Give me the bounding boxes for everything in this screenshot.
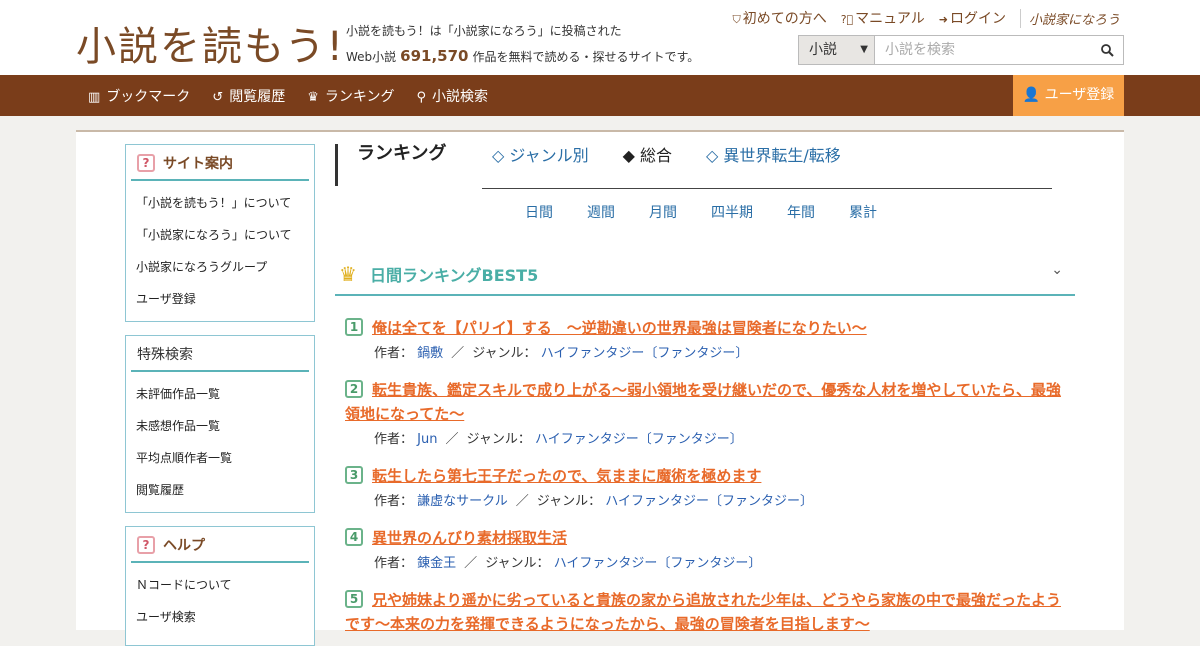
ranking-entry: 4 異世界のんびり素材採取生活 作者： 錬金王／ジャンル： ハイファンタジー〔フ…: [345, 526, 1065, 571]
tab-isekai[interactable]: ◇ 異世界転生/転移: [706, 142, 841, 166]
crown-icon: ♛: [339, 262, 357, 286]
author-link[interactable]: 錬金王: [417, 556, 456, 571]
novel-meta: 作者： 錬金王／ジャンル： ハイファンタジー〔ファンタジー〕: [374, 556, 762, 571]
rank-number: 2: [345, 380, 363, 398]
sidebar-site-guide: ? サイト案内 「小説を読もう！」について 「小説家になろう」について 小説家にな…: [125, 144, 315, 322]
best5-header[interactable]: ♛ 日間ランキングBEST5 ⌄: [335, 250, 1075, 296]
sidebar-help: ? ヘルプ Ｎコードについて ユーザ検索: [125, 526, 315, 646]
work-count: 691,570: [400, 47, 469, 65]
sidebar-item-avg-authors[interactable]: 平均点順作者一覧: [126, 442, 314, 474]
tab-divider: [482, 188, 1052, 189]
nav-bookmark[interactable]: ▥ ブックマーク: [88, 86, 190, 106]
sidebar-title: ? ヘルプ: [131, 527, 309, 563]
period-monthly[interactable]: 月間: [649, 202, 677, 222]
genre-link[interactable]: ハイファンタジー〔ファンタジー〕: [605, 494, 813, 509]
question-circle-icon: ?⃝: [840, 13, 854, 26]
novel-meta: 作者： 謙虚なサークル／ジャンル： ハイファンタジー〔ファンタジー〕: [374, 494, 814, 509]
sidebar-item-narou-group[interactable]: 小説家になろうグループ: [126, 251, 314, 283]
site-tagline: 小説を読もう！は「小説家になろう」に投稿された Web小説 691,570 作品を無…: [346, 19, 699, 70]
period-weekly[interactable]: 週間: [587, 202, 615, 222]
author-link[interactable]: 鍋敷: [417, 346, 443, 361]
genre-link[interactable]: ハイファンタジー〔ファンタジー〕: [541, 346, 749, 361]
nav-ranking[interactable]: ♛ ランキング: [307, 86, 394, 106]
nav-search[interactable]: ⚲ 小説検索: [416, 86, 488, 106]
tagline-suffix: 作品を無料で読める・探せるサイトです。: [472, 50, 700, 64]
ranking-entry: 1 俺は全てを【パリイ】する 〜逆勘違いの世界最強は冒険者になりたい〜 作者： …: [345, 316, 1065, 361]
sidebar-item-no-reviews[interactable]: 未感想作品一覧: [126, 410, 314, 442]
sidebar-item-unrated[interactable]: 未評価作品一覧: [126, 378, 314, 410]
sidebar-item-about-yomou[interactable]: 「小説を読もう！」について: [126, 187, 314, 219]
main-nav: ▥ ブックマーク ↺ 閲覧履歴 ♛ ランキング ⚲ 小説検索 👤 ユーザ登録: [0, 75, 1200, 116]
genre-link[interactable]: ハイファンタジー〔ファンタジー〕: [535, 432, 743, 447]
sidebar-item-user-register[interactable]: ユーザ登録: [126, 283, 314, 315]
period-quarterly[interactable]: 四半期: [711, 202, 753, 222]
manual-link[interactable]: ?⃝ マニュアル: [841, 8, 925, 28]
tagline-prefix: Web小説: [346, 50, 397, 64]
author-link[interactable]: 謙虚なサークル: [417, 494, 508, 509]
top-links: ⛉ 初めての方へ ?⃝ マニュアル ➜ ログイン 小説家になろう: [732, 8, 1120, 28]
search-button[interactable]: [1091, 36, 1123, 64]
tagline-line1: 小説を読もう！は「小説家になろう」に投稿された: [346, 24, 622, 38]
search-icon: [1100, 43, 1114, 57]
dropdown-arrow-icon: ▼: [860, 44, 868, 55]
shield-icon: ⛉: [732, 13, 741, 26]
history-icon: ↺: [212, 89, 224, 105]
tab-overall[interactable]: ◆ 総合: [623, 142, 672, 166]
best5-title: 日間ランキングBEST5: [370, 266, 539, 285]
beginner-link[interactable]: ⛉ 初めての方へ: [732, 8, 826, 28]
question-icon: ?: [137, 154, 155, 172]
site-header: 小説を読もう! 小説を読もう！は「小説家になろう」に投稿された Web小説 691…: [0, 0, 1200, 75]
crown-icon: ♛: [307, 89, 319, 105]
author-link[interactable]: Jun: [417, 432, 437, 447]
login-icon: ➜: [938, 13, 948, 26]
period-total[interactable]: 累計: [849, 202, 877, 222]
novel-title-link[interactable]: 異世界のんびり素材採取生活: [345, 526, 1065, 550]
register-button[interactable]: 👤 ユーザ登録: [1013, 75, 1124, 116]
period-tabs: 日間 週間 月間 四半期 年間 累計: [525, 202, 877, 222]
chevron-down-icon[interactable]: ⌄: [1051, 262, 1063, 278]
rank-number: 1: [345, 318, 363, 336]
novel-title-link[interactable]: 転生したら第七王子だったので、気ままに魔術を極めます: [345, 464, 1065, 488]
content-area: ? サイト案内 「小説を読もう！」について 「小説家になろう」について 小説家にな…: [76, 130, 1124, 646]
novel-title-link[interactable]: 兄や姉妹より遥かに劣っていると貴族の家から追放された少年は、どうやら家族の中で最…: [345, 588, 1065, 636]
search-category-select[interactable]: 小説 ▼: [799, 36, 875, 64]
period-daily[interactable]: 日間: [525, 202, 553, 222]
rank-number: 3: [345, 466, 363, 484]
sidebar-item-ncode[interactable]: Ｎコードについて: [126, 569, 314, 601]
novel-meta: 作者： 鍋敷／ジャンル： ハイファンタジー〔ファンタジー〕: [374, 346, 749, 361]
user-icon: 👤: [1022, 87, 1041, 103]
sidebar-special-search: 特殊検索 未評価作品一覧 未感想作品一覧 平均点順作者一覧 閲覧履歴: [125, 335, 315, 513]
bookmark-icon: ▥: [88, 89, 101, 105]
novel-title-link[interactable]: 転生貴族、鑑定スキルで成り上がる～弱小領地を受け継いだので、優秀な人材を増やして…: [345, 378, 1065, 426]
ranking-entry: 5 兄や姉妹より遥かに劣っていると貴族の家から追放された少年は、どうやら家族の中…: [345, 588, 1065, 636]
search-input[interactable]: 小説を検索: [875, 36, 1091, 64]
tab-genre[interactable]: ◇ ジャンル別: [492, 142, 589, 166]
period-yearly[interactable]: 年間: [787, 202, 815, 222]
search-icon: ⚲: [416, 89, 426, 105]
login-link[interactable]: ➜ ログイン: [939, 8, 1006, 28]
sidebar-title: 特殊検索: [131, 336, 309, 372]
page-title: ランキング: [357, 143, 447, 164]
rank-number: 5: [345, 590, 363, 608]
genre-link[interactable]: ハイファンタジー〔ファンタジー〕: [554, 556, 762, 571]
novel-meta: 作者： Jun ／ジャンル： ハイファンタジー〔ファンタジー〕: [374, 432, 743, 447]
site-logo[interactable]: 小説を読もう!: [76, 14, 345, 72]
ranking-header: [335, 144, 358, 186]
sidebar-title: ? サイト案内: [131, 145, 309, 181]
ranking-entry: 2 転生貴族、鑑定スキルで成り上がる～弱小領地を受け継いだので、優秀な人材を増や…: [345, 378, 1065, 447]
question-icon: ?: [137, 536, 155, 554]
ranking-tabs: ◇ ジャンル別 ◆ 総合 ◇ 異世界転生/転移: [492, 142, 841, 166]
narou-logo[interactable]: 小説家になろう: [1019, 8, 1120, 28]
novel-title-link[interactable]: 俺は全てを【パリイ】する 〜逆勘違いの世界最強は冒険者になりたい〜: [345, 316, 1065, 340]
rank-number: 4: [345, 528, 363, 546]
sidebar-item-user-search[interactable]: ユーザ検索: [126, 601, 314, 633]
nav-history[interactable]: ↺ 閲覧履歴: [212, 86, 285, 106]
ranking-entry: 3 転生したら第七王子だったので、気ままに魔術を極めます 作者： 謙虚なサークル…: [345, 464, 1065, 509]
sidebar-item-history[interactable]: 閲覧履歴: [126, 474, 314, 506]
search-bar: 小説 ▼ 小説を検索: [798, 35, 1124, 65]
sidebar-item-about-narou[interactable]: 「小説家になろう」について: [126, 219, 314, 251]
